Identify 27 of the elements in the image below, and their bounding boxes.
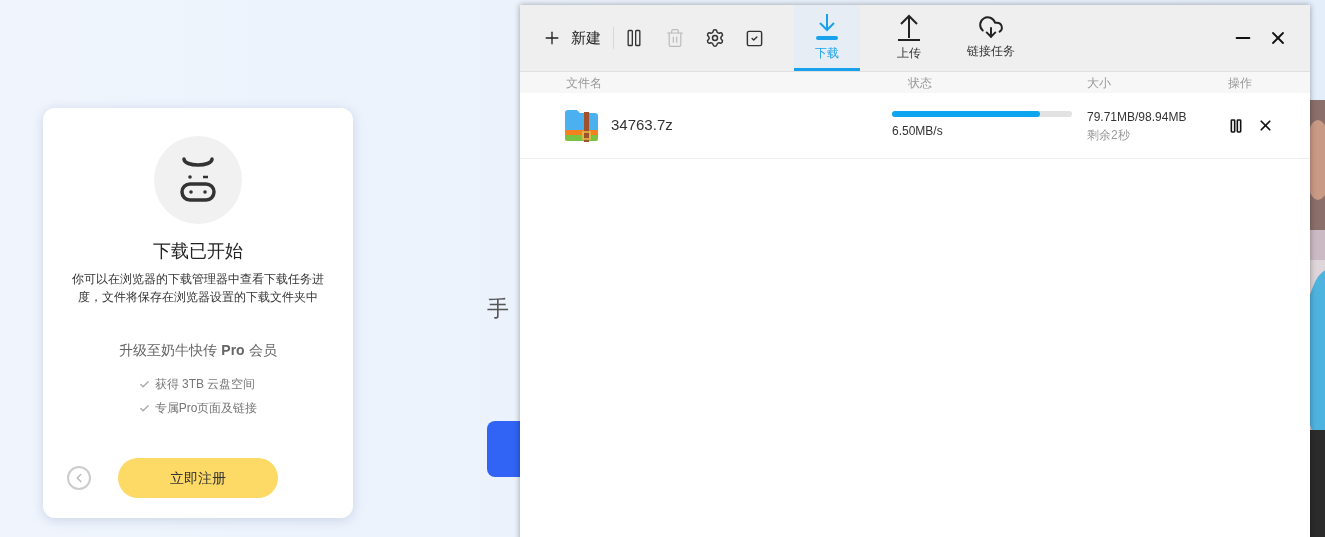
dialog-title: 下载已开始 xyxy=(153,240,243,263)
cancel-icon[interactable] xyxy=(1257,117,1274,134)
column-header: 操作 xyxy=(1228,74,1252,92)
subtitle-text: 手 xyxy=(487,295,510,323)
check-icon xyxy=(138,402,150,414)
toolbar-tab[interactable]: 上传 xyxy=(876,5,942,71)
register-button[interactable]: 立即注册 xyxy=(118,458,278,498)
cloud-download-icon xyxy=(978,13,1004,40)
dialog-message: 你可以在浏览器的下载管理器中查看下载任务进度，文件将保存在浏览器设置的下载文件夹中 xyxy=(71,271,325,306)
select-all-icon[interactable] xyxy=(745,28,764,48)
download-icon xyxy=(815,11,839,42)
toolbar-tab[interactable]: 链接任务 xyxy=(958,5,1024,71)
column-header: 状态 xyxy=(908,74,933,92)
upgrade-text: 升级至奶牛快传 Pro 会员 xyxy=(119,341,277,360)
file-size: 79.71MB/98.94MB xyxy=(1087,108,1188,126)
column-header: 大小 xyxy=(1087,74,1112,92)
settings-icon[interactable] xyxy=(705,28,725,48)
check-icon xyxy=(138,378,150,390)
column-header: 文件名 xyxy=(566,74,603,92)
benefit-text: 专属Pro页面及链接 xyxy=(154,400,258,417)
time-remaining: 剩余2秒 xyxy=(1087,126,1131,144)
archive-folder-icon xyxy=(565,109,598,142)
new-button[interactable]: 新建 xyxy=(542,26,601,50)
file-name: 34763.7z xyxy=(611,115,674,136)
download-speed: 6.50MB/s xyxy=(892,123,944,140)
benefit-text: 获得 3TB 云盘空间 xyxy=(154,376,256,393)
pause-icon[interactable] xyxy=(1228,117,1244,134)
